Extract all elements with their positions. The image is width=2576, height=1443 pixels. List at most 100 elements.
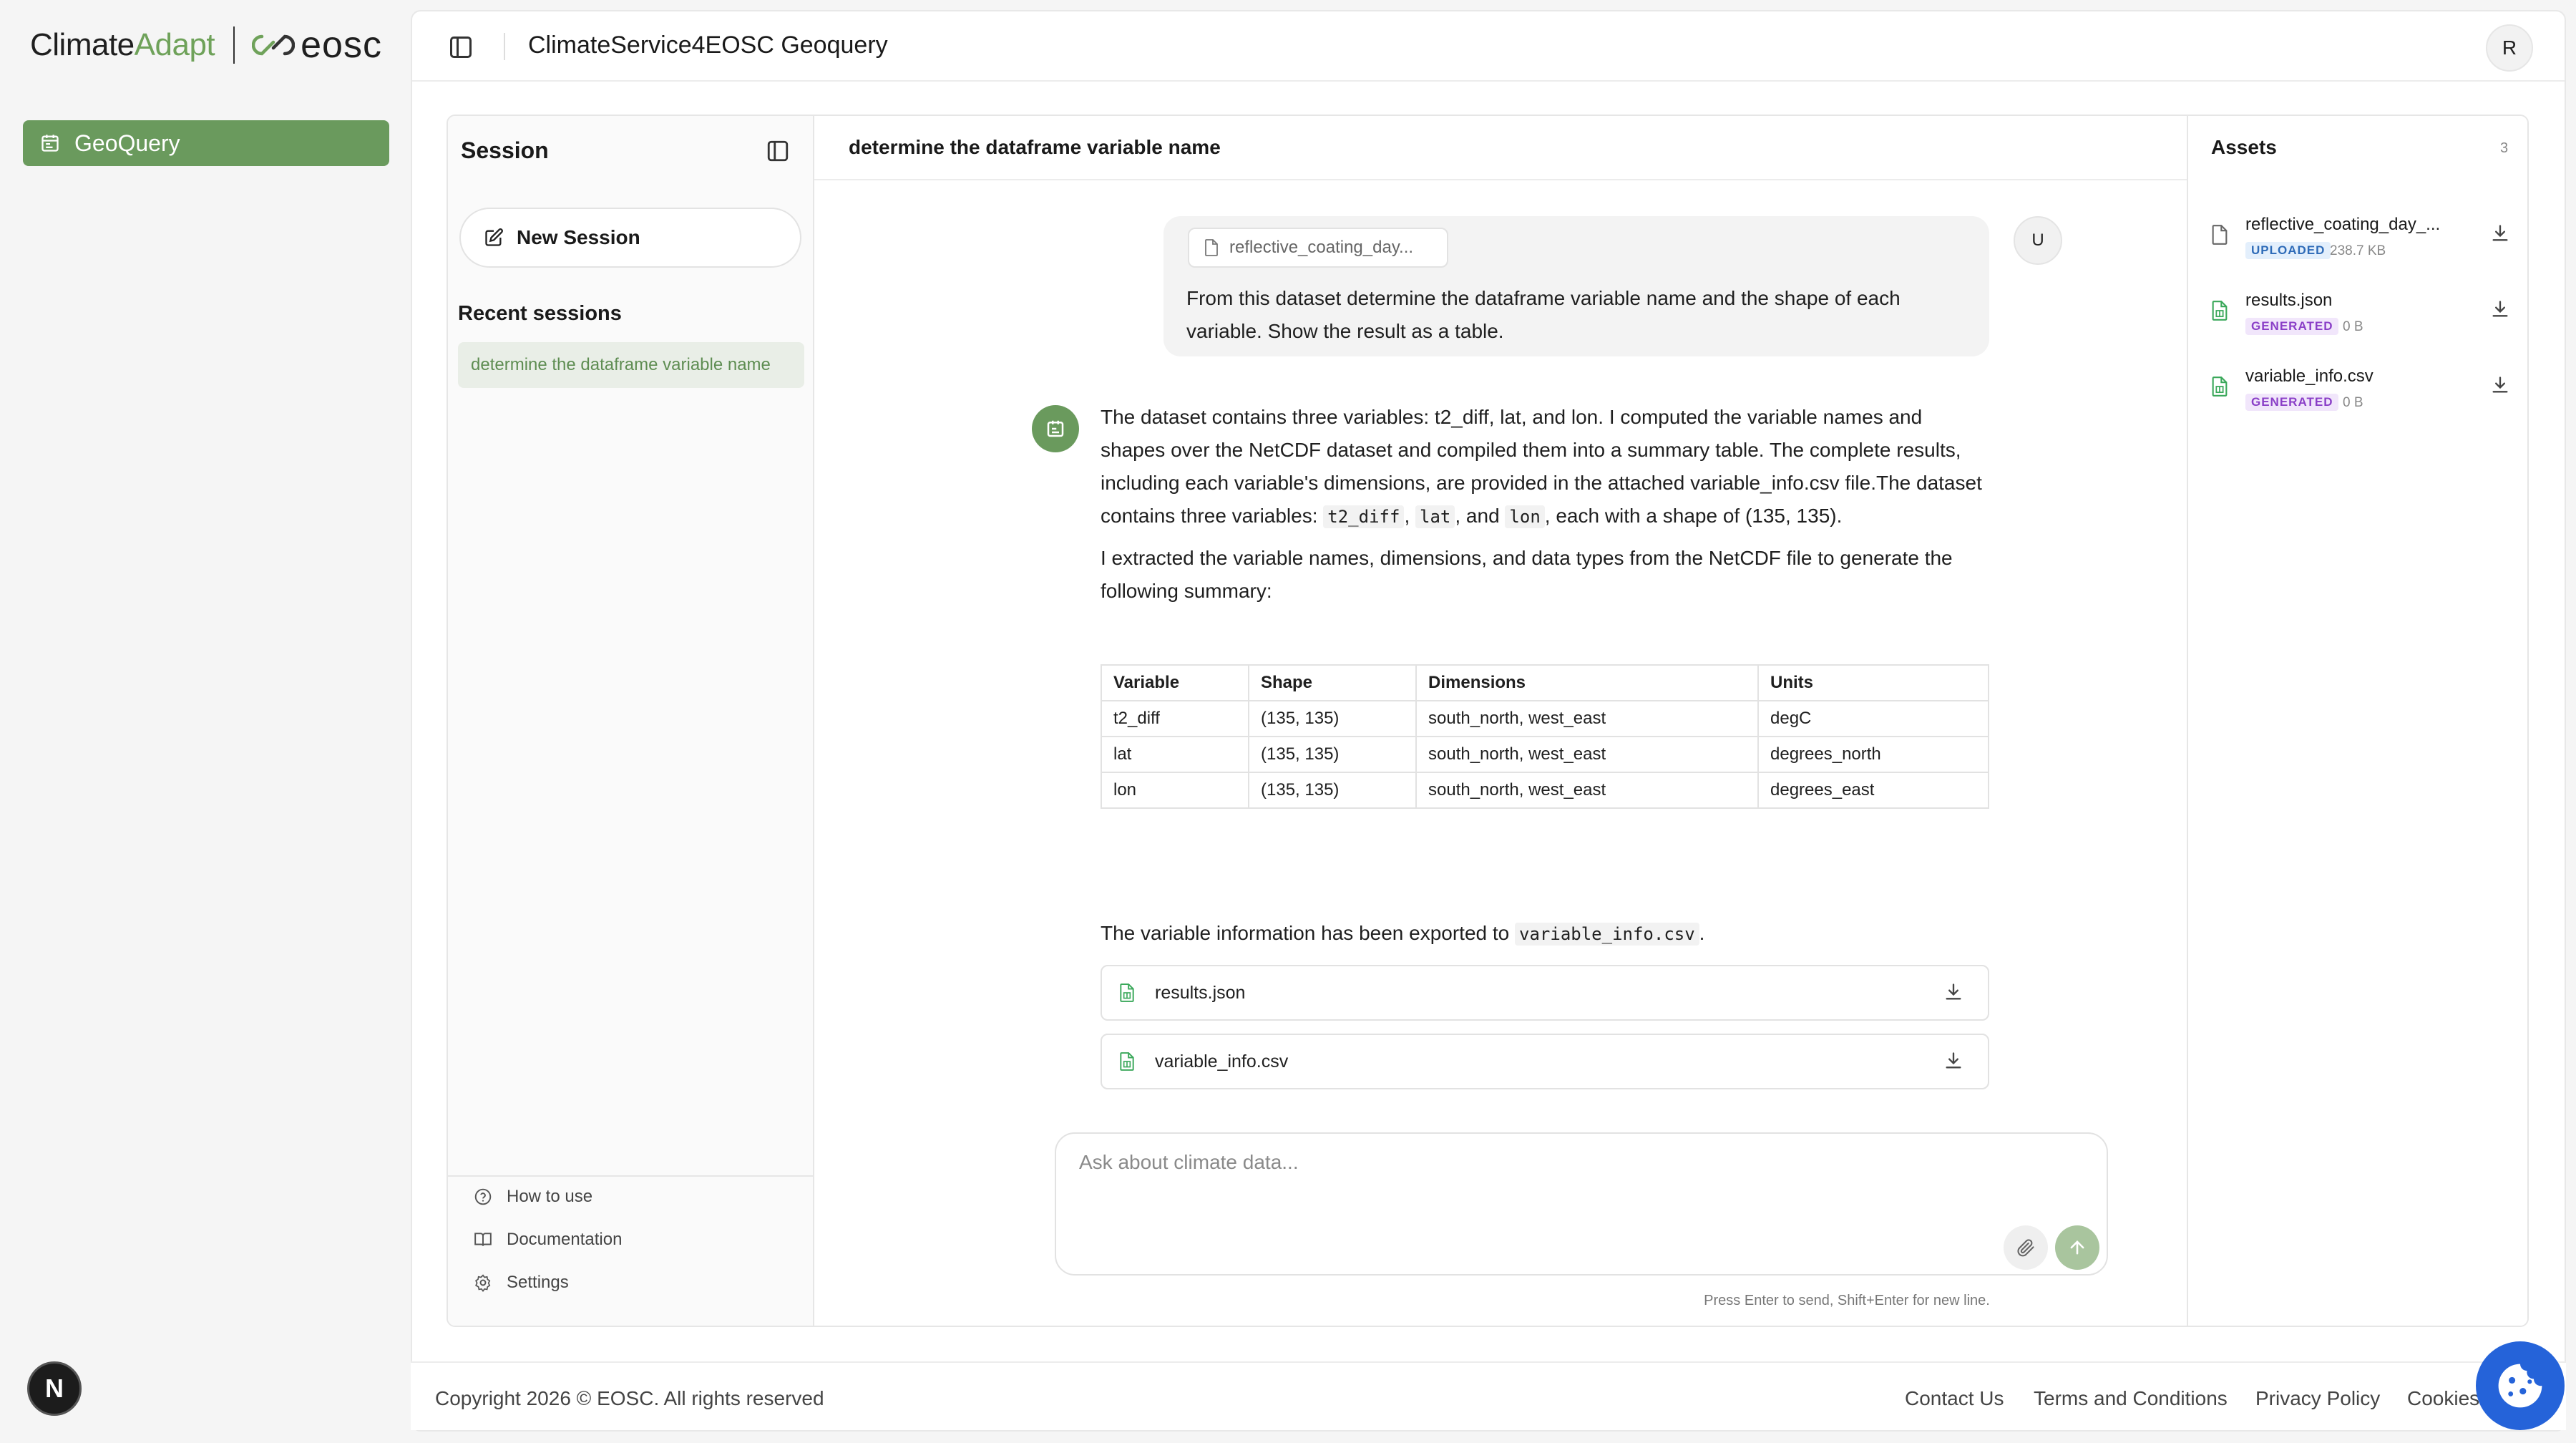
assistant-paragraph-2: I extracted the variable names, dimensio… bbox=[1101, 547, 1953, 602]
message-composer bbox=[1055, 1132, 2108, 1276]
table-row: lat (135, 135) south_north, west_east de… bbox=[1101, 736, 1989, 773]
table-row: lon (135, 135) south_north, west_east de… bbox=[1101, 772, 1989, 809]
asset-name: results.json bbox=[2245, 291, 2333, 310]
footer-link-privacy[interactable]: Privacy Policy bbox=[2255, 1387, 2380, 1410]
chat-input[interactable] bbox=[1079, 1148, 2067, 1177]
download-icon[interactable] bbox=[2490, 375, 2510, 395]
file-spreadsheet-icon bbox=[2212, 376, 2228, 397]
attach-file-button[interactable] bbox=[2004, 1225, 2048, 1270]
asset-item[interactable]: variable_info.csv GENERATED 0 B bbox=[2211, 366, 2512, 424]
table-cell: lon bbox=[1101, 772, 1249, 809]
table-cell: t2_diff bbox=[1101, 700, 1249, 737]
new-session-button[interactable]: New Session bbox=[459, 208, 801, 268]
column-header: Dimensions bbox=[1415, 664, 1759, 701]
table-cell: (135, 135) bbox=[1248, 700, 1417, 737]
cookie-settings-button[interactable] bbox=[2476, 1341, 2565, 1430]
export-note: The variable information has been export… bbox=[1101, 922, 1705, 946]
main-panel: ClimateService4EOSC Geoquery R Session N… bbox=[411, 10, 2566, 1432]
session-footer-divider bbox=[448, 1175, 813, 1177]
footer-link-cookies[interactable]: Cookies bbox=[2407, 1387, 2479, 1410]
user-message-text: From this dataset determine the datafram… bbox=[1186, 287, 1901, 342]
file-spreadsheet-icon bbox=[1120, 983, 1134, 1002]
copyright-text: Copyright 2026 © EOSC. All rights reserv… bbox=[435, 1387, 824, 1409]
asset-status-badge: UPLOADED bbox=[2245, 242, 2331, 259]
user-avatar[interactable]: R bbox=[2486, 24, 2533, 72]
download-icon[interactable] bbox=[1943, 982, 1963, 1002]
topbar-divider bbox=[504, 33, 505, 60]
paperclip-icon bbox=[2017, 1239, 2034, 1257]
calendar-icon bbox=[1047, 420, 1064, 437]
table-cell: south_north, west_east bbox=[1415, 700, 1759, 737]
file-icon bbox=[2212, 225, 2228, 245]
assistant-message: The dataset contains three variables: t2… bbox=[1101, 401, 1992, 616]
chat-header: determine the dataframe variable name bbox=[814, 116, 2187, 180]
site-footer: Copyright 2026 © EOSC. All rights reserv… bbox=[411, 1361, 2566, 1430]
sidebar-item-geoquery[interactable]: GeoQuery bbox=[23, 120, 389, 166]
column-header: Units bbox=[1757, 664, 1989, 701]
download-icon[interactable] bbox=[2490, 299, 2510, 319]
footer-link-contact[interactable]: Contact Us bbox=[1905, 1387, 2004, 1410]
file-spreadsheet-icon bbox=[2212, 301, 2228, 321]
new-session-label: New Session bbox=[517, 226, 640, 248]
table-header-row: Variable Shape Dimensions Units bbox=[1101, 664, 1989, 701]
asset-name: variable_info.csv bbox=[2245, 366, 2373, 386]
asset-item[interactable]: reflective_coating_day_... UPLOADED 238.… bbox=[2211, 215, 2512, 272]
page-title: ClimateService4EOSC Geoquery bbox=[528, 31, 888, 59]
code-lat: lat bbox=[1415, 505, 1455, 528]
panel-collapse-icon[interactable] bbox=[766, 139, 790, 163]
asset-status-badge: GENERATED bbox=[2245, 318, 2339, 335]
edit-icon bbox=[485, 228, 503, 246]
file-card-name: variable_info.csv bbox=[1155, 1051, 1289, 1072]
file-card-name: results.json bbox=[1155, 982, 1246, 1003]
attachment-name: reflective_coating_day... bbox=[1229, 238, 1414, 257]
variable-table: Variable Shape Dimensions Units t2_diff … bbox=[1101, 664, 1989, 809]
asset-size: 0 B bbox=[2343, 395, 2363, 410]
settings-link[interactable]: Settings bbox=[474, 1273, 569, 1293]
download-icon[interactable] bbox=[1943, 1051, 1963, 1071]
documentation-link[interactable]: Documentation bbox=[474, 1230, 622, 1250]
app-sidebar: ClimateAdapt eosc GeoQuery N bbox=[0, 0, 411, 1443]
attachment-chip[interactable]: reflective_coating_day... bbox=[1188, 228, 1448, 268]
asset-size: 238.7 KB bbox=[2330, 243, 2386, 258]
file-card-variable-info-csv[interactable]: variable_info.csv bbox=[1101, 1034, 1989, 1089]
recent-sessions-heading: Recent sessions bbox=[458, 302, 622, 325]
assistant-avatar bbox=[1032, 405, 1079, 452]
sidebar-toggle-icon[interactable] bbox=[448, 34, 474, 60]
logo-divider bbox=[233, 26, 235, 64]
assets-count: 3 bbox=[2500, 140, 2509, 156]
send-button[interactable] bbox=[2055, 1225, 2099, 1270]
cookie-icon bbox=[2498, 1364, 2542, 1408]
arrow-up-icon bbox=[2070, 1240, 2084, 1255]
assistant-paragraph-1: The dataset contains three variables: t2… bbox=[1101, 406, 1982, 528]
asset-name: reflective_coating_day_... bbox=[2245, 215, 2441, 234]
user-message-avatar: U bbox=[2014, 216, 2062, 265]
download-icon[interactable] bbox=[2490, 223, 2510, 243]
session-panel: Session New Session Recent sessions dete… bbox=[448, 116, 814, 1326]
asset-status-badge: GENERATED bbox=[2245, 394, 2339, 411]
code-t2-diff: t2_diff bbox=[1323, 505, 1405, 528]
calendar-icon bbox=[42, 135, 59, 152]
next-dev-indicator[interactable]: N bbox=[27, 1361, 82, 1416]
code-lon: lon bbox=[1505, 505, 1545, 528]
sidebar-item-label: GeoQuery bbox=[74, 130, 180, 156]
footer-link-terms[interactable]: Terms and Conditions bbox=[2034, 1387, 2228, 1410]
how-to-use-link[interactable]: How to use bbox=[474, 1187, 592, 1207]
table-cell: (135, 135) bbox=[1248, 736, 1417, 773]
logo-climateadapt: ClimateAdapt bbox=[30, 27, 215, 62]
asset-item[interactable]: results.json GENERATED 0 B bbox=[2211, 291, 2512, 348]
file-spreadsheet-icon bbox=[1120, 1052, 1134, 1071]
brand-logo[interactable]: ClimateAdapt eosc bbox=[30, 21, 382, 69]
table-cell: south_north, west_east bbox=[1415, 736, 1759, 773]
file-card-results-json[interactable]: results.json bbox=[1101, 965, 1989, 1021]
table-cell: degrees_east bbox=[1757, 772, 1989, 809]
chat-title: determine the dataframe variable name bbox=[849, 136, 1221, 158]
assets-panel: Assets 3 reflective_coating_day_... UPLO… bbox=[2187, 116, 2527, 1326]
recent-session-item[interactable]: determine the dataframe variable name bbox=[458, 342, 804, 388]
book-icon bbox=[474, 1233, 492, 1246]
gear-icon bbox=[475, 1274, 491, 1292]
column-header: Shape bbox=[1248, 664, 1417, 701]
table-cell: degrees_north bbox=[1757, 736, 1989, 773]
logo-eosc: eosc bbox=[301, 24, 382, 66]
column-header: Variable bbox=[1101, 664, 1249, 701]
user-message: reflective_coating_day... From this data… bbox=[1163, 216, 1989, 356]
